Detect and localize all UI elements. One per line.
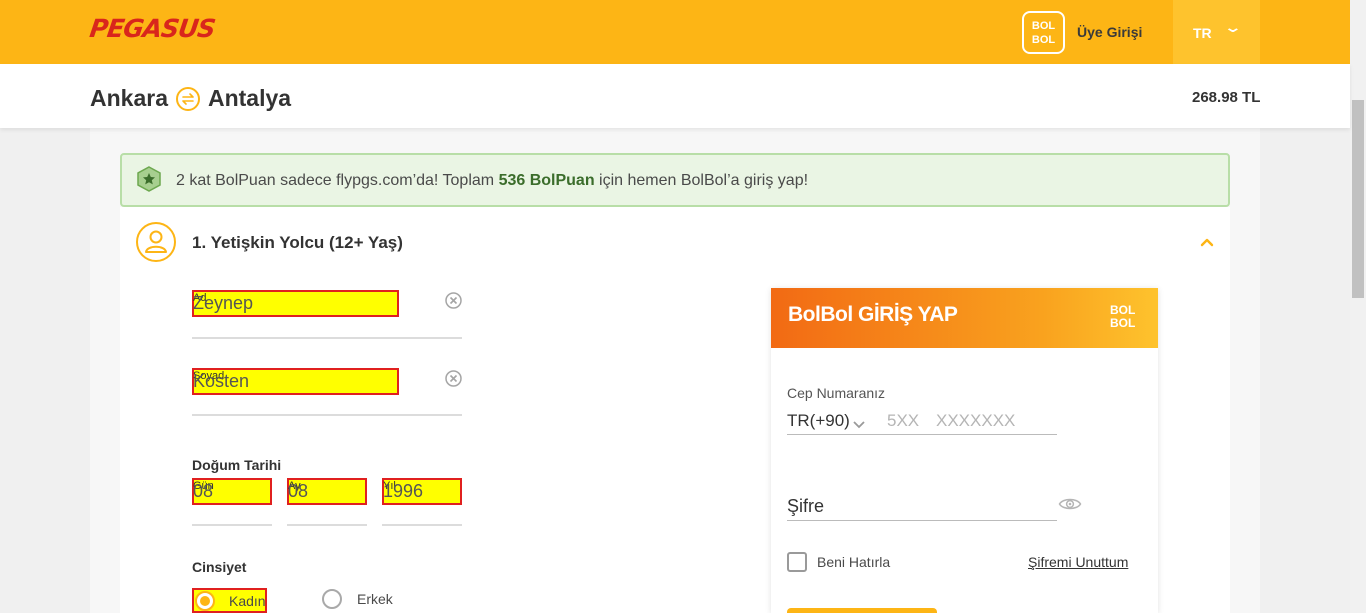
gender-female-label[interactable]: Kadın bbox=[229, 593, 266, 609]
banner-text-end: için hemen BolBol’a giriş yap! bbox=[594, 172, 809, 189]
banner-message: 2 kat BolPuan sadece flypgs.com’da! Topl… bbox=[176, 172, 808, 190]
banner-text-start: 2 kat BolPuan sadece flypgs.com’da! Topl… bbox=[176, 172, 499, 189]
member-login-link[interactable]: Üye Girişi bbox=[1077, 24, 1142, 40]
forgot-password-link[interactable]: Şifremi Unuttum bbox=[1028, 554, 1128, 570]
first-name-value: Zeynep bbox=[193, 293, 254, 313]
bolpuan-total: 536 BolPuan bbox=[498, 172, 595, 189]
password-input[interactable]: Şifre bbox=[787, 496, 824, 517]
total-price: 268.98 TL bbox=[1192, 89, 1261, 106]
remember-me-checkbox[interactable] bbox=[787, 552, 807, 572]
language-selector[interactable]: TR ⌄ bbox=[1173, 0, 1260, 64]
page-scrollbar[interactable] bbox=[1350, 0, 1366, 613]
bolbol-login-button[interactable] bbox=[787, 608, 937, 613]
last-name-value: Kosten bbox=[193, 371, 250, 391]
gender-male-radio[interactable] bbox=[322, 589, 342, 609]
clear-last-name-icon[interactable] bbox=[445, 370, 462, 392]
bolbol-login-header: BolBol GİRİŞ YAP BOL BOL bbox=[771, 288, 1158, 348]
chevron-down-icon[interactable] bbox=[853, 416, 865, 434]
swap-arrows-icon bbox=[175, 86, 200, 111]
bolbol-login-title: BolBol GİRİŞ YAP bbox=[788, 303, 958, 326]
star-badge-icon bbox=[135, 165, 163, 198]
dob-year-value: 1996 bbox=[383, 481, 424, 501]
origin-city: Ankara bbox=[90, 85, 168, 111]
destination-city: Antalya bbox=[207, 85, 292, 111]
passenger-section-title[interactable]: 1. Yetişkin Yolcu (12+ Yaş) bbox=[192, 233, 403, 253]
chevron-up-icon[interactable] bbox=[1199, 234, 1215, 255]
remember-me-label[interactable]: Beni Hatırla bbox=[817, 554, 890, 570]
bolbol-login-panel: BolBol GİRİŞ YAP BOL BOL Cep Numaranız TR… bbox=[771, 288, 1158, 613]
top-header: PEGASUS BOL BOL Üye Girişi TR ⌄ bbox=[0, 0, 1350, 64]
first-name-underline bbox=[192, 337, 462, 339]
gender-male-label[interactable]: Erkek bbox=[357, 591, 393, 607]
last-name-underline bbox=[192, 414, 462, 416]
language-label: TR bbox=[1193, 25, 1212, 41]
dob-day-value: 08 bbox=[193, 481, 214, 501]
dob-day-underline bbox=[192, 524, 272, 526]
phone-label: Cep Numaranız bbox=[787, 385, 886, 401]
gender-female-radio[interactable] bbox=[195, 591, 215, 611]
person-icon bbox=[136, 222, 176, 262]
country-code-select[interactable]: TR(+90) bbox=[787, 411, 850, 431]
password-underline bbox=[787, 520, 1057, 521]
show-password-eye-icon[interactable] bbox=[1058, 495, 1082, 518]
dob-month-value: 08 bbox=[288, 481, 309, 501]
route-bar: Ankara Antalya 268.98 TL bbox=[0, 64, 1350, 128]
dob-title: Doğum Tarihi bbox=[192, 457, 282, 473]
phone-prefix-input[interactable]: 5XX bbox=[887, 411, 919, 431]
route-summary: Ankara Antalya bbox=[90, 85, 291, 112]
bolbol-panel-logo-icon: BOL BOL bbox=[1110, 303, 1136, 330]
bolbol-logo-icon[interactable]: BOL BOL bbox=[1022, 11, 1065, 54]
dob-month-underline bbox=[287, 524, 367, 526]
chevron-down-icon: ⌄ bbox=[1223, 19, 1243, 35]
phone-number-input[interactable]: XXXXXXX bbox=[936, 411, 1015, 431]
bolpuan-banner: 2 kat BolPuan sadece flypgs.com’da! Topl… bbox=[120, 153, 1230, 207]
gender-title: Cinsiyet bbox=[192, 559, 247, 575]
phone-underline bbox=[787, 434, 1057, 435]
scrollbar-thumb[interactable] bbox=[1352, 100, 1364, 298]
clear-first-name-icon[interactable] bbox=[445, 292, 462, 314]
dob-year-underline bbox=[382, 524, 462, 526]
pegasus-logo[interactable]: PEGASUS bbox=[88, 14, 217, 43]
